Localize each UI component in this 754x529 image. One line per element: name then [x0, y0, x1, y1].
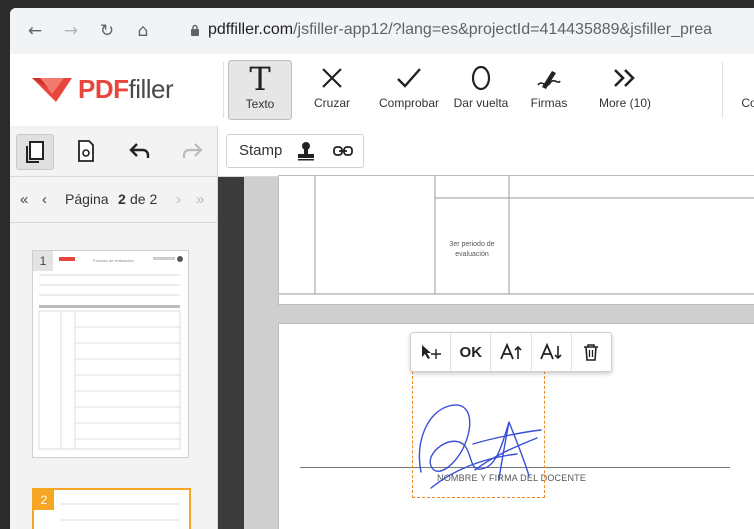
thumb-number-active: 2: [34, 490, 54, 510]
pager-total: de 2: [130, 191, 158, 207]
secondary-toolbar: Stamp: [218, 126, 754, 177]
toolbar-divider-right: [722, 62, 723, 118]
page-1-table: [279, 176, 754, 295]
prev-page-icon[interactable]: ‹: [42, 191, 47, 208]
trash-icon[interactable]: [572, 333, 611, 371]
undo-icon: [129, 143, 150, 158]
period-label: 3er periodo de evaluación: [449, 241, 495, 258]
thumb-number: 1: [33, 251, 53, 271]
logo-filler-text: filler: [128, 73, 174, 104]
stamp-icon[interactable]: [297, 141, 315, 161]
tool-more-label: More (10): [598, 96, 651, 110]
main-toolbar: PDFfiller T Texto Cruzar Comprobar Dar v…: [10, 54, 754, 127]
tool-cross-label: Cruzar: [313, 96, 350, 110]
move-icon[interactable]: [411, 333, 452, 371]
signature-drawing: [418, 404, 542, 489]
link-icon[interactable]: [333, 144, 353, 158]
pages-icon: [26, 141, 44, 163]
increase-size-icon[interactable]: [491, 333, 532, 371]
stamp-button[interactable]: Stamp: [239, 142, 282, 159]
lock-icon: [191, 24, 199, 36]
pager-prefix: Página: [65, 191, 109, 207]
signature-pen-icon: [524, 60, 574, 96]
circle-icon: [448, 60, 514, 96]
home-icon[interactable]: ⌂: [132, 20, 154, 42]
tool-text[interactable]: T Texto: [228, 60, 292, 120]
tool-more[interactable]: More (10): [590, 60, 660, 118]
page-thumbnail-2[interactable]: 2: [32, 488, 191, 529]
tool-check-label: Comprobar: [378, 96, 440, 110]
undo-button[interactable]: [122, 134, 158, 168]
sidebar-toolbar: [10, 126, 217, 177]
logo-mark-icon: [32, 78, 72, 102]
redo-button[interactable]: [174, 134, 210, 168]
stamp-tool-group: Stamp: [226, 134, 364, 168]
pager-current: 2: [118, 191, 126, 207]
first-page-icon[interactable]: «: [20, 191, 28, 208]
thumb-1-preview: Formato de evaluación: [38, 256, 183, 450]
page-thumbnail-1[interactable]: 1 Formato de evaluación: [32, 250, 189, 458]
tool-text-label: Texto: [245, 97, 275, 111]
ok-button[interactable]: OK: [451, 333, 492, 371]
pages-sidebar: « ‹ Página 2 de 2 › » 1 Formato de evalu…: [10, 126, 218, 529]
text-T-icon: T: [249, 60, 271, 98]
check-icon: [370, 60, 448, 96]
next-page-icon[interactable]: ›: [176, 191, 181, 208]
document-page-1: 3er periodo de evaluación: [278, 175, 754, 305]
decrease-size-icon[interactable]: [532, 333, 572, 371]
url-host: pdffiller.com: [208, 21, 294, 38]
tool-cut-off[interactable]: Co: [734, 60, 754, 118]
thumb-2-preview: [60, 503, 180, 521]
redo-icon: [182, 143, 203, 158]
tool-circle[interactable]: Dar vuelta: [448, 60, 514, 118]
signature-selection-box[interactable]: [412, 371, 545, 498]
reload-icon[interactable]: ↻: [96, 20, 118, 42]
signature-floating-toolbar: OK: [410, 332, 612, 372]
app-window: ← → ↻ ⌂ pdffiller.com/jsfiller-app12/?la…: [10, 8, 754, 529]
url-path: /jsfiller-app12/?lang=es&projectId=41443…: [293, 21, 713, 38]
page-navigator: « ‹ Página 2 de 2 › »: [10, 176, 217, 223]
thumb-1-header: Formato de evaluación: [93, 258, 134, 263]
cross-icon: [302, 60, 362, 96]
forward-arrow-icon[interactable]: →: [60, 20, 82, 42]
page-gear-icon: [78, 140, 94, 162]
address-bar[interactable]: pdffiller.com/jsfiller-app12/?lang=es&pr…: [208, 21, 712, 39]
tool-signatures[interactable]: Firmas: [524, 60, 574, 118]
page-settings-button[interactable]: [68, 134, 104, 168]
canvas-gutter: [218, 177, 244, 529]
back-arrow-icon[interactable]: ←: [24, 20, 46, 42]
tool-cross[interactable]: Cruzar: [302, 60, 362, 118]
tool-signatures-label: Firmas: [530, 96, 568, 110]
toolbar-divider: [223, 62, 224, 118]
pdffiller-logo[interactable]: PDFfiller: [30, 73, 174, 104]
logo-pdf-text: PDF: [78, 73, 129, 104]
tool-check[interactable]: Comprobar: [370, 60, 448, 118]
tool-cut-off-label: Co: [741, 96, 754, 110]
last-page-icon[interactable]: »: [196, 191, 204, 208]
pages-view-button[interactable]: [16, 134, 54, 170]
browser-bar: ← → ↻ ⌂ pdffiller.com/jsfiller-app12/?la…: [10, 8, 754, 55]
double-chevron-icon: [590, 60, 660, 96]
tool-circle-label: Dar vuelta: [453, 96, 509, 110]
